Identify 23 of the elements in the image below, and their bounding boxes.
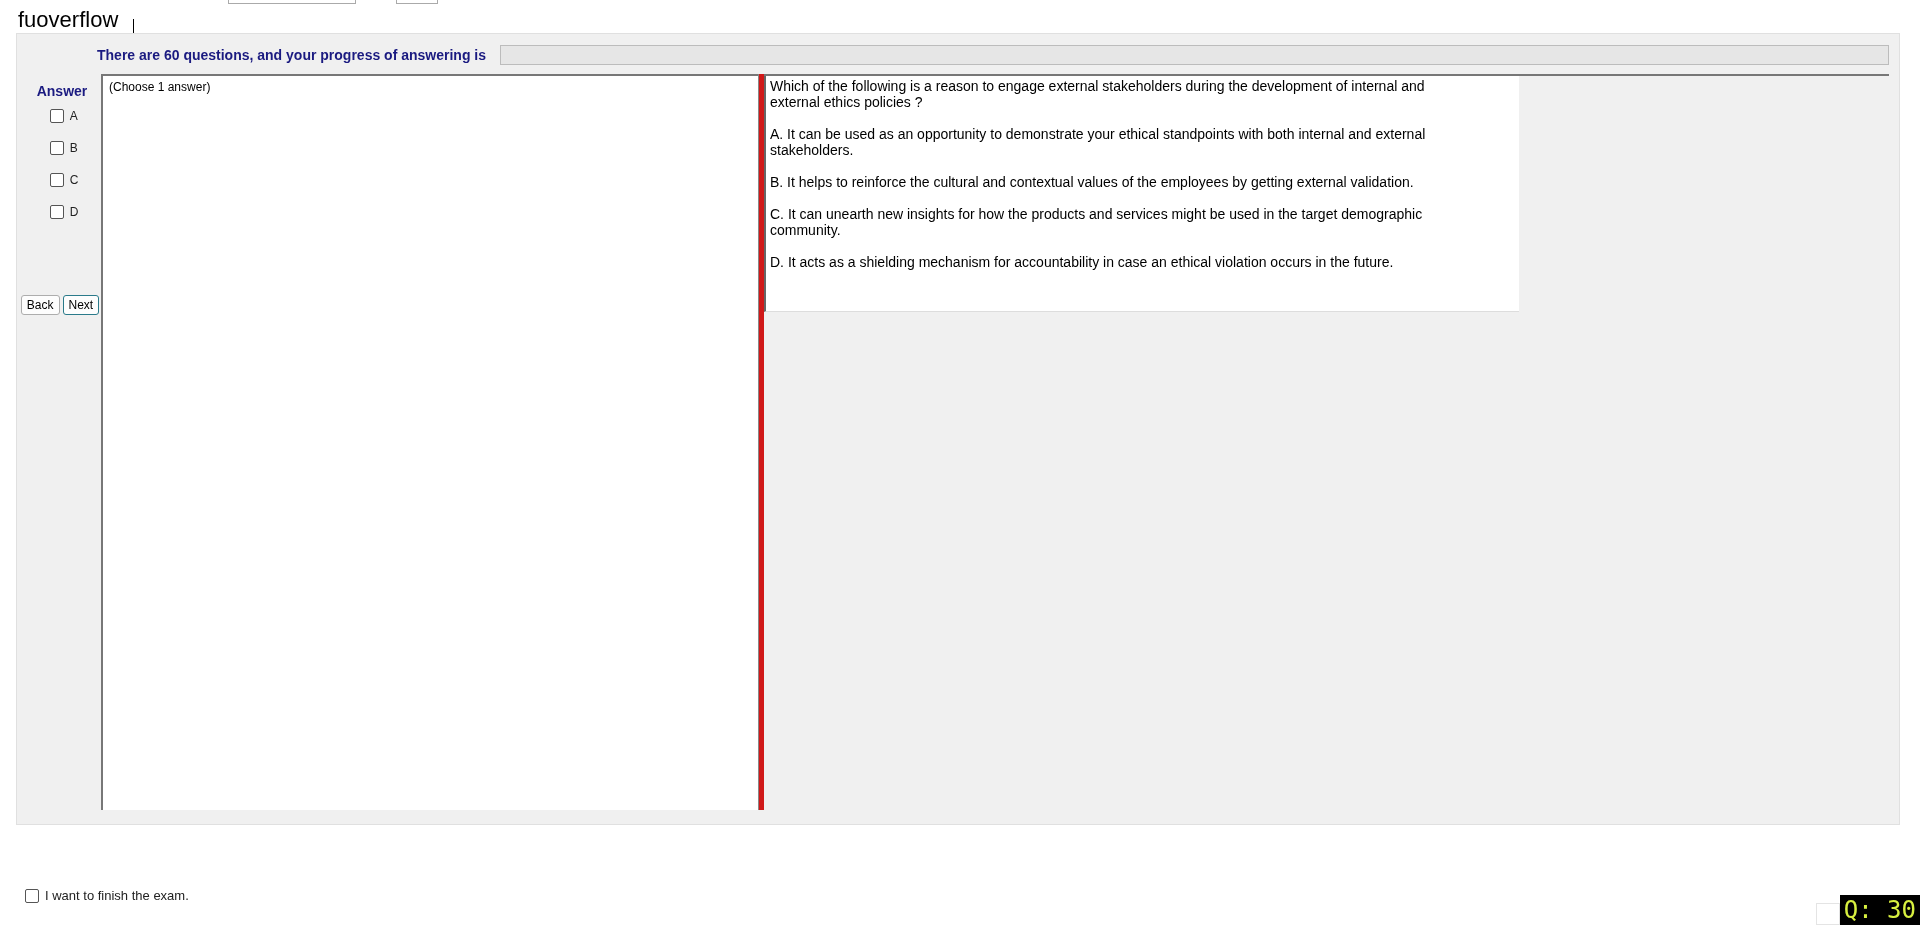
option-label: C <box>69 173 79 187</box>
question-text: Which of the following is a reason to engage external stakeholders during the development of internal and external ethics policies ? <box>770 78 1426 110</box>
option-label: D <box>69 205 79 219</box>
finish-label: I want to finish the exam. <box>45 888 189 903</box>
app-title: fuoverflow <box>18 7 119 33</box>
next-button[interactable]: Next <box>62 295 100 315</box>
checkbox[interactable] <box>49 141 64 155</box>
answer-area[interactable]: (Choose 1 answer) <box>101 74 758 810</box>
choice-text: D. It acts as a shielding mechanism for accountability in case an ethical violation occurs in the future. <box>770 254 1395 270</box>
checkbox[interactable] <box>25 888 39 903</box>
option-label: A <box>69 109 78 123</box>
progress-label: There are 60 questions, and your progress of answering is <box>97 47 486 63</box>
option-label: B <box>69 141 78 155</box>
choice-text: C. It can unearth new insights for how the products and services might be used in the target demographic community. <box>770 206 1424 238</box>
choice-text: A. It can be used as an opportunity to demonstrate your ethical standpoints with both internal and external stakeholders. <box>770 126 1427 158</box>
checkbox[interactable] <box>49 173 64 187</box>
answer-title: Answer <box>36 83 88 99</box>
answer-hint: (Choose 1 answer) <box>109 80 212 94</box>
back-button[interactable]: Back <box>20 295 60 315</box>
question-counter: Q: 30 <box>1839 895 1920 925</box>
choice-text: B. It helps to reinforce the cultural and contextual values of the employees by getting external validation. <box>770 174 1415 190</box>
checkbox[interactable] <box>49 109 64 123</box>
checkbox[interactable] <box>49 205 64 219</box>
